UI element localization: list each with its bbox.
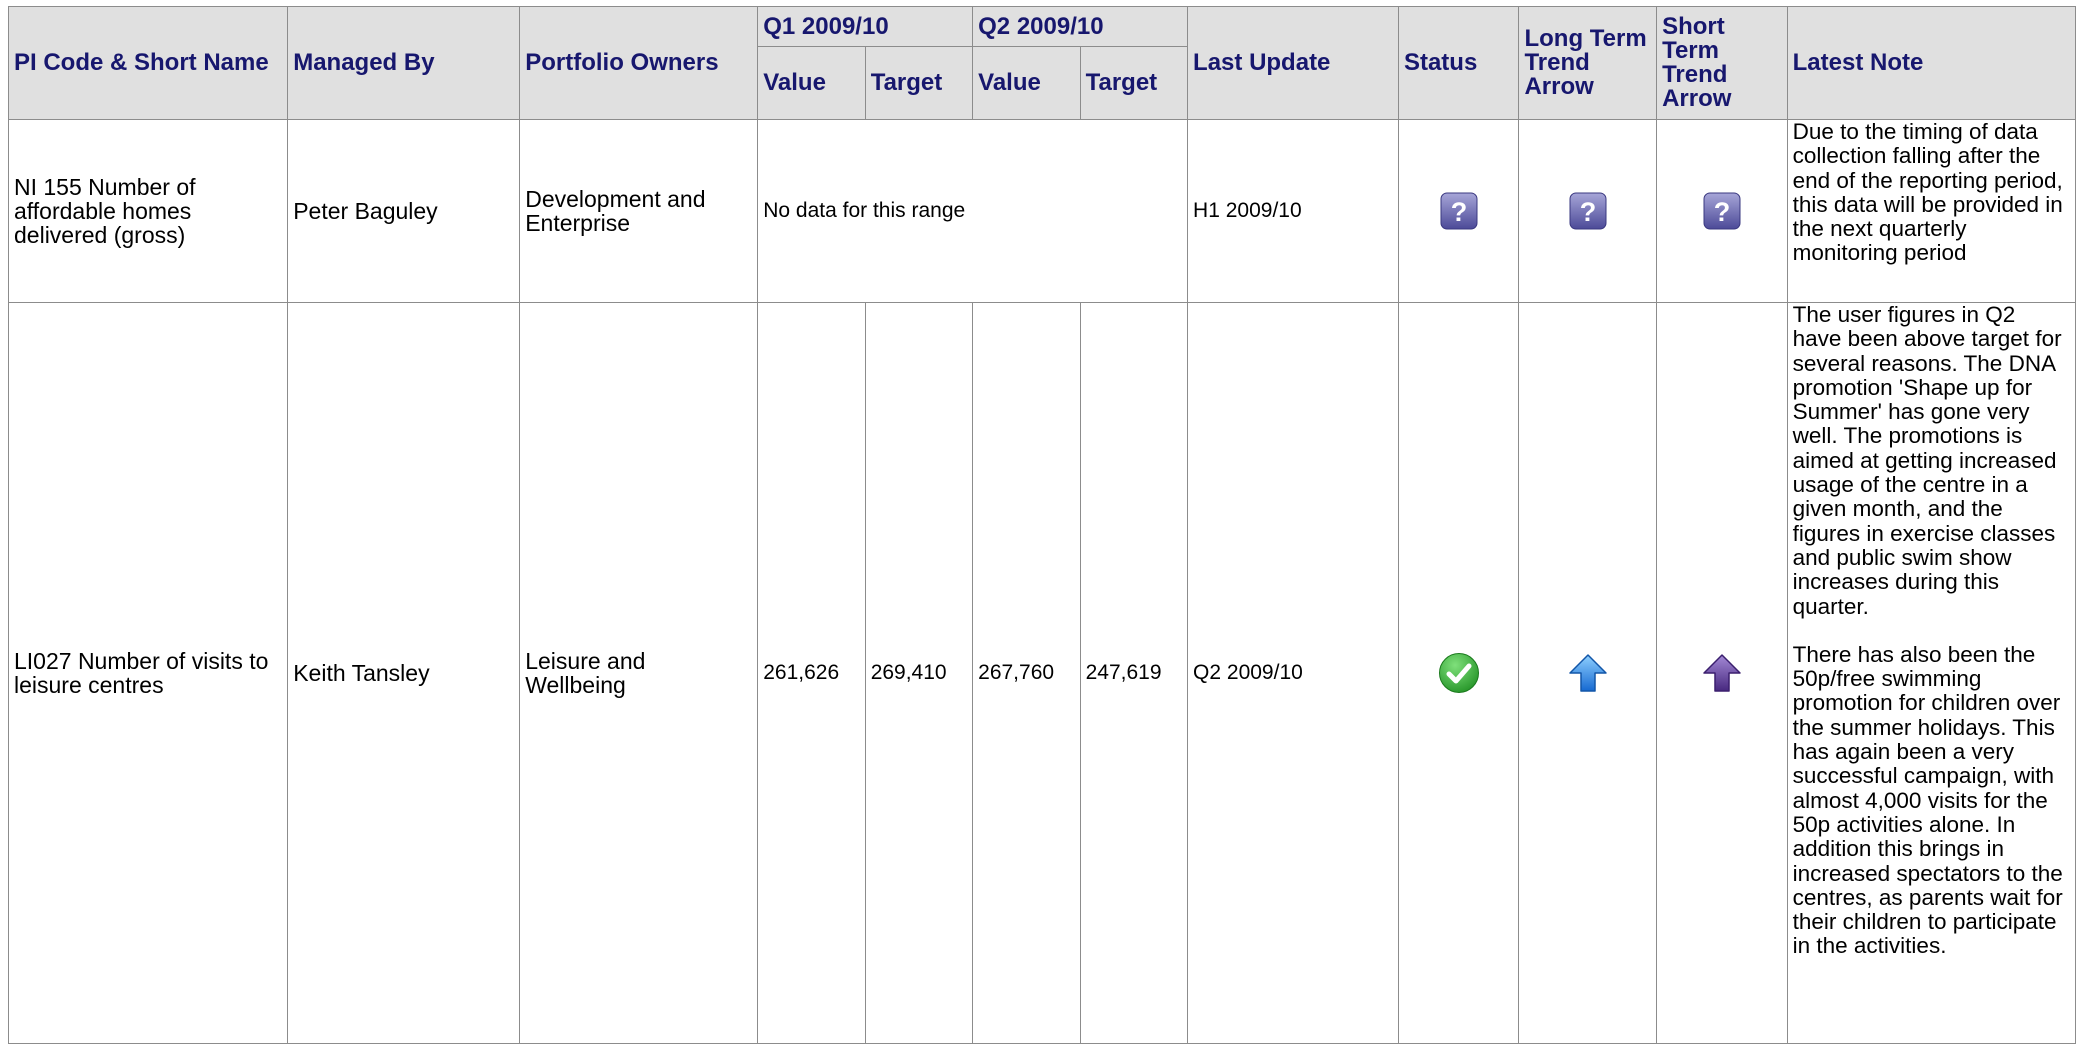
header-q2: Q2 2009/10 — [972, 6, 1189, 47]
header-short-term-trend[interactable]: Short Term Trend Arrow — [1656, 6, 1788, 120]
unknown-short-term-trend-icon: ? — [1703, 192, 1741, 230]
table-row: LI027 Number of visits to leisure centre… — [7, 302, 2077, 1044]
note-paragraph: There has also been the 50p/free swimmin… — [1792, 641, 2063, 959]
green-check-icon — [1438, 653, 1479, 693]
blue-up-arrow-icon — [1569, 654, 1607, 692]
purple-up-arrow-icon — [1703, 654, 1741, 692]
header-pi-code[interactable]: PI Code & Short Name — [7, 6, 289, 120]
header-q1-target: Target — [864, 46, 974, 120]
q1-value-cell: 261,626 — [757, 302, 866, 1044]
svg-text:?: ? — [1714, 197, 1731, 227]
header-status[interactable]: Status — [1397, 6, 1520, 120]
header-q2-target: Target — [1079, 46, 1189, 120]
performance-indicator-table: PI Code & Short Name Managed By Portfoli… — [7, 6, 2077, 1044]
q2-value-cell: 267,760 — [972, 302, 1081, 1044]
managed-by-cell: Peter Baguley — [287, 119, 521, 303]
latest-note-cell: The user figures in Q2 have been above t… — [1786, 302, 2077, 1044]
last-update-cell: H1 2009/10 — [1187, 119, 1399, 303]
note-paragraph: The user figures in Q2 have been above t… — [1792, 302, 2062, 619]
header-q1: Q1 2009/10 — [757, 6, 974, 47]
portfolio-cell: Development and Enterprise — [519, 119, 759, 303]
no-data-cell: No data for this range — [757, 119, 1189, 303]
q1-target-cell: 269,410 — [864, 302, 974, 1044]
header-managed-by[interactable]: Managed By — [287, 6, 521, 120]
header-q1-value: Value — [757, 46, 866, 120]
table-row: NI 155 Number of affordable homes delive… — [7, 119, 2077, 303]
header-last-update[interactable]: Last Update — [1187, 6, 1399, 120]
pi-name-cell[interactable]: LI027 Number of visits to leisure centre… — [7, 302, 289, 1044]
svg-text:?: ? — [1580, 197, 1597, 227]
header-q2-value: Value — [972, 46, 1081, 120]
portfolio-cell: Leisure and Wellbeing — [519, 302, 759, 1044]
unknown-long-term-trend-icon: ? — [1569, 192, 1607, 230]
latest-note-cell: Due to the timing of data collection fal… — [1786, 119, 2077, 303]
pi-name-cell[interactable]: NI 155 Number of affordable homes delive… — [7, 119, 289, 303]
last-update-cell: Q2 2009/10 — [1187, 302, 1399, 1044]
svg-text:?: ? — [1450, 197, 1467, 227]
q2-target-cell: 247,619 — [1079, 302, 1189, 1044]
managed-by-cell: Keith Tansley — [287, 302, 521, 1044]
header-portfolio-owners[interactable]: Portfolio Owners — [519, 6, 759, 120]
header-long-term-trend[interactable]: Long Term Trend Arrow — [1518, 6, 1658, 120]
unknown-status-icon: ? — [1440, 192, 1478, 230]
header-latest-note[interactable]: Latest Note — [1786, 6, 2077, 120]
